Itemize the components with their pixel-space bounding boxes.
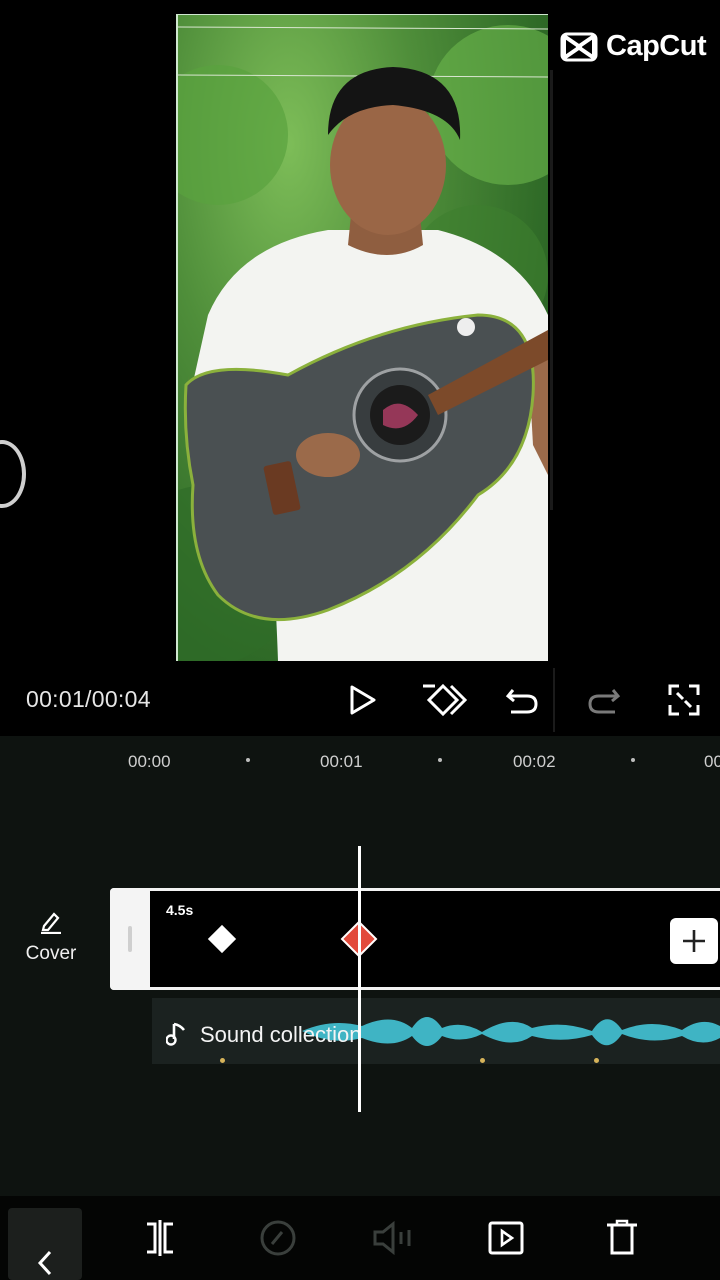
ruler-label: 00:01 [320, 752, 363, 771]
fullscreen-button[interactable] [662, 678, 706, 722]
edit-pencil-icon [41, 912, 61, 935]
animation-icon [488, 1221, 524, 1255]
ruler-dot [246, 758, 250, 762]
volume-button[interactable] [366, 1210, 422, 1266]
redo-icon [588, 689, 621, 714]
fullscreen-icon [668, 684, 700, 716]
ruler-label: 00:02 [513, 752, 556, 771]
side-handle[interactable] [0, 440, 26, 508]
beat-marker [480, 1058, 485, 1063]
clip-trim-handle[interactable] [110, 888, 150, 990]
back-icon [37, 1250, 52, 1276]
time-ruler[interactable]: 00:00 00:01 00:02 00 [0, 736, 720, 786]
animation-button[interactable] [478, 1210, 534, 1266]
back-button[interactable] [8, 1208, 82, 1280]
beat-marker [594, 1058, 599, 1063]
split-icon [147, 1220, 173, 1256]
cover-label: Cover [25, 943, 77, 964]
handle-grip [128, 926, 132, 952]
ruler-label: 00 [704, 752, 720, 771]
undo-icon [505, 689, 538, 714]
timeline[interactable]: 00:00 00:01 00:02 00 Cover 4.5s Sound co… [0, 736, 720, 1196]
split-button[interactable] [132, 1210, 188, 1266]
player-controls: 00:01/00:04 [0, 668, 720, 732]
beat-marker [220, 1058, 225, 1063]
video-preview[interactable] [176, 14, 548, 661]
delete-button[interactable] [594, 1210, 650, 1266]
play-button[interactable] [340, 678, 384, 722]
speed-icon [260, 1220, 296, 1256]
play-icon [350, 685, 376, 715]
clip-duration: 4.5s [166, 902, 194, 918]
volume-icon [373, 1220, 411, 1256]
logo-text: CapCut [606, 30, 707, 62]
speed-button[interactable] [250, 1210, 306, 1266]
keyframe-icon [423, 683, 468, 717]
delete-icon [607, 1219, 637, 1255]
music-note-icon [166, 1022, 186, 1046]
controls-divider [553, 668, 555, 732]
divider-line [550, 70, 553, 510]
preview-image [178, 25, 548, 661]
capcut-logo-icon [560, 32, 598, 61]
audio-label: Sound collection [200, 1022, 362, 1047]
playhead[interactable] [358, 846, 361, 1112]
undo-button[interactable] [500, 678, 544, 722]
ruler-dot [438, 758, 442, 762]
timecode: 00:01/00:04 [26, 686, 151, 712]
capcut-logo: CapCut [560, 30, 707, 63]
plus-icon [683, 930, 705, 952]
video-clip[interactable] [110, 888, 720, 990]
ruler-dot [631, 758, 635, 762]
keyframe-button[interactable] [420, 678, 470, 722]
redo-button[interactable] [582, 678, 626, 722]
cover-button[interactable]: Cover [18, 908, 84, 965]
add-clip-button[interactable] [670, 918, 718, 964]
bottom-toolbar [0, 1196, 720, 1280]
ruler-label: 00:00 [128, 752, 171, 771]
video-preview-area: CapCut [0, 0, 720, 735]
